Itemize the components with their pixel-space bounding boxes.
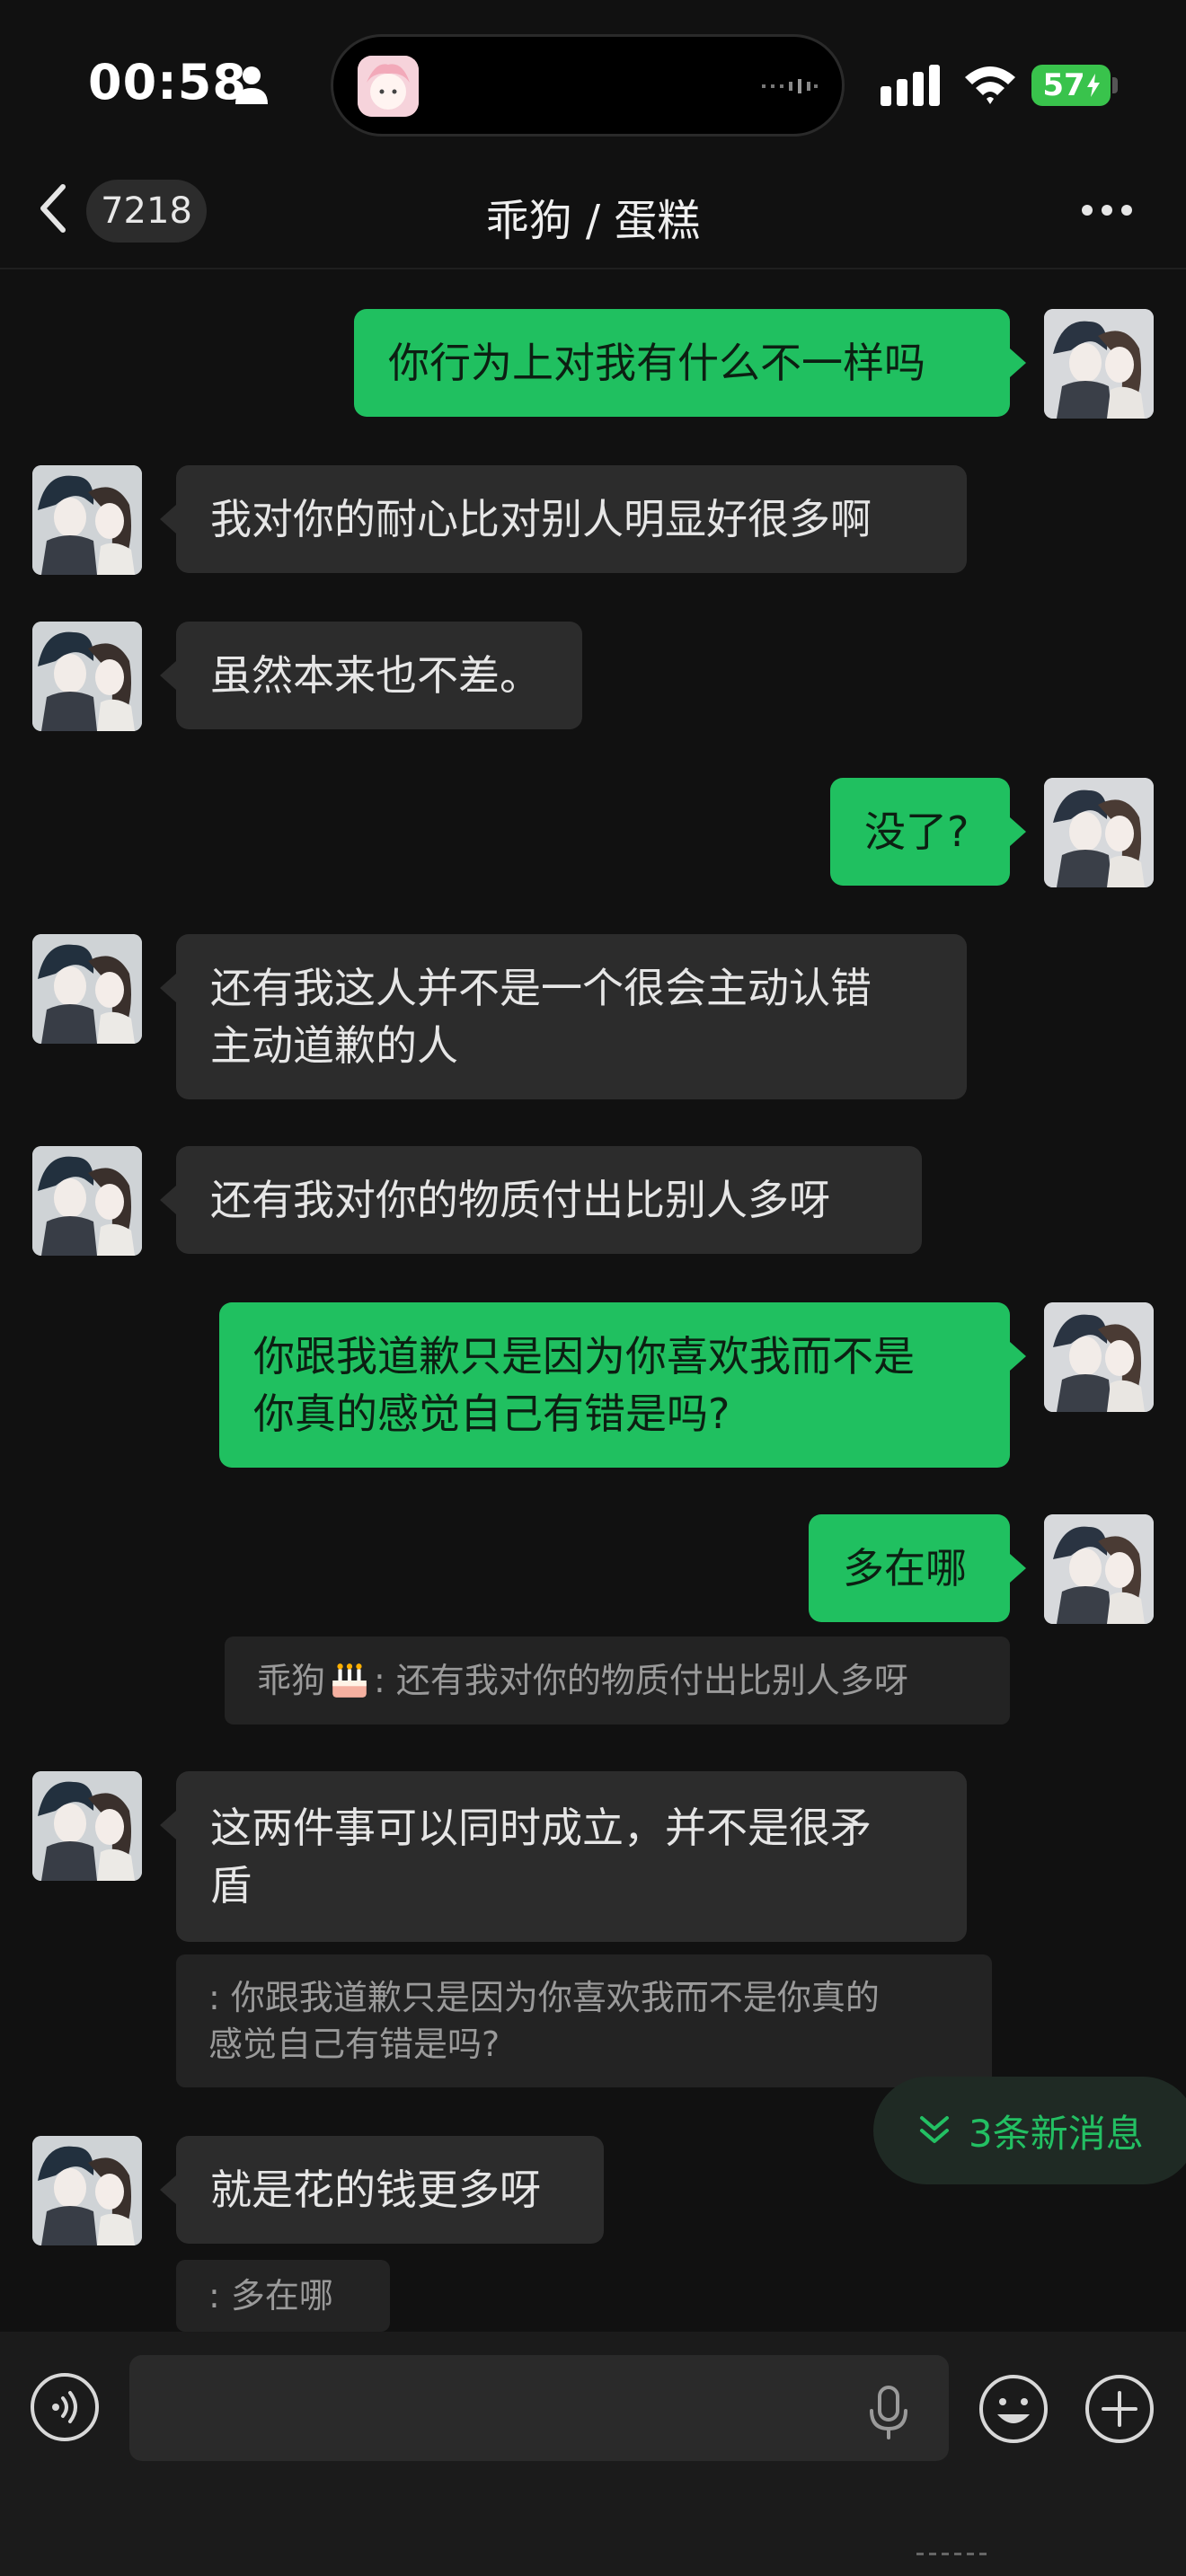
avatar-contact[interactable] [32, 465, 142, 575]
avatar-contact[interactable] [32, 1146, 142, 1256]
message-bubble-incoming[interactable]: 这两件事可以同时成立，并不是很矛 盾 [176, 1771, 967, 1942]
message-bubble-incoming[interactable]: 还有我对你的物质付出比别人多呀 [176, 1146, 922, 1254]
message-text-line: 盾 [210, 1861, 252, 1910]
quote-text: : 还有我对你的物质付出比别人多呀 [374, 1661, 908, 1700]
message-bubble-incoming[interactable]: 还有我这人并不是一个很会主动认错 主动道歉的人 [176, 934, 967, 1099]
message-text: 就是花的钱更多呀 [210, 2166, 541, 2214]
avatar-self[interactable] [1044, 778, 1154, 887]
new-messages-button[interactable]: 3条新消息 [873, 2077, 1186, 2184]
person-icon [235, 66, 268, 104]
bubble-tail [160, 1811, 176, 1839]
message-text: 没了? [864, 807, 969, 856]
bubble-tail [1010, 1342, 1026, 1371]
plus-icon[interactable] [1084, 2373, 1155, 2445]
avatar-contact[interactable] [32, 934, 142, 1044]
message-text: 你行为上对我有什么不一样吗 [388, 339, 925, 387]
bubble-tail [1010, 348, 1026, 377]
battery-tip [1112, 77, 1118, 93]
island-app-icon [358, 56, 419, 117]
message-bubble-outgoing[interactable]: 多在哪 [809, 1514, 1010, 1622]
message-bubble-incoming[interactable]: 我对你的耐心比对别人明显好很多啊 [176, 465, 967, 573]
bubble-tail [1010, 817, 1026, 846]
back-chevron-icon[interactable] [36, 180, 72, 237]
message-text: 虽然本来也不差。 [210, 651, 541, 700]
wifi-icon [965, 66, 1015, 104]
microphone-icon[interactable] [864, 2386, 913, 2439]
battery-indicator: 57 [1031, 65, 1111, 106]
double-chevron-down-icon [920, 2116, 949, 2143]
message-input[interactable] [129, 2355, 949, 2461]
quote-sender: 乖狗 [257, 1661, 326, 1700]
quote-text-line: : 你跟我道歉只是因为你喜欢我而不是你真的 [208, 1978, 880, 2017]
battery-level: 57 [1042, 67, 1085, 103]
quote-text-line: 感觉自己有错是吗? [208, 2025, 500, 2064]
cake-emoji-icon [332, 1663, 367, 1698]
message-text: 还有我对你的物质付出比别人多呀 [210, 1176, 830, 1224]
bubble-tail [160, 661, 176, 690]
message-text-line: 这两件事可以同时成立，并不是很矛 [210, 1804, 872, 1852]
avatar-contact[interactable] [32, 622, 142, 731]
charging-bolt-icon [1086, 74, 1100, 97]
emoji-icon[interactable] [978, 2373, 1049, 2445]
message-text-line: 还有我这人并不是一个很会主动认错 [210, 964, 872, 1012]
avatar-self[interactable] [1044, 1302, 1154, 1412]
quoted-reply[interactable]: : 你跟我道歉只是因为你喜欢我而不是你真的 感觉自己有错是吗? [176, 1954, 992, 2087]
message-text-line: 你真的感觉自己有错是吗? [253, 1389, 730, 1438]
more-dots-icon[interactable] [1080, 203, 1134, 217]
bubble-tail [160, 505, 176, 534]
home-indicator [916, 2553, 987, 2555]
audio-wave-icon [762, 79, 818, 93]
message-bubble-incoming[interactable]: 虽然本来也不差。 [176, 622, 582, 729]
back-unread-count[interactable]: 7218 [86, 180, 207, 243]
message-text-line: 主动道歉的人 [210, 1021, 458, 1070]
avatar-self[interactable] [1044, 1514, 1154, 1624]
voice-icon[interactable] [29, 2371, 101, 2443]
new-messages-label: 3条新消息 [969, 2111, 1144, 2156]
avatar-contact[interactable] [32, 1771, 142, 1881]
message-text: 我对你的耐心比对别人明显好很多啊 [210, 495, 872, 543]
message-text: 多在哪 [843, 1544, 967, 1592]
avatar-contact[interactable] [32, 2136, 142, 2245]
signal-icon [881, 65, 940, 106]
bubble-tail [160, 974, 176, 1002]
message-bubble-outgoing[interactable]: 你行为上对我有什么不一样吗 [354, 309, 1010, 417]
header-divider [0, 268, 1186, 269]
quote-text: : 多在哪 [208, 2276, 333, 2316]
status-time: 00:58 [88, 54, 247, 110]
message-bubble-incoming[interactable]: 就是花的钱更多呀 [176, 2136, 604, 2244]
avatar-self[interactable] [1044, 309, 1154, 419]
bubble-tail [160, 2175, 176, 2204]
bubble-tail [1010, 1554, 1026, 1583]
message-bubble-outgoing[interactable]: 你跟我道歉只是因为你喜欢我而不是 你真的感觉自己有错是吗? [219, 1302, 1010, 1468]
message-text-line: 你跟我道歉只是因为你喜欢我而不是 [253, 1332, 915, 1381]
quoted-reply[interactable]: : 多在哪 [176, 2260, 390, 2332]
message-bubble-outgoing[interactable]: 没了? [830, 778, 1010, 886]
bubble-tail [160, 1186, 176, 1214]
quoted-reply[interactable]: 乖狗 : 还有我对你的物质付出比别人多呀 [225, 1636, 1010, 1725]
chat-title: 乖狗 / 蛋糕 [485, 196, 701, 246]
